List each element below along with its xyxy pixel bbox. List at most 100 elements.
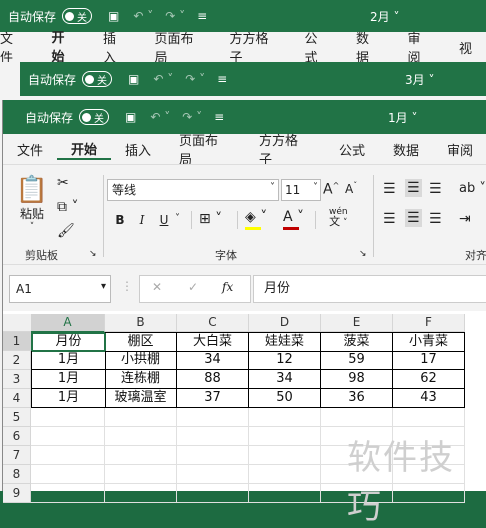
format-painter-icon[interactable]: 🖌 [57, 223, 75, 239]
customize-icon[interactable]: ≡ [197, 9, 207, 23]
column-header-f[interactable]: F [393, 314, 465, 332]
column-header-e[interactable]: E [321, 314, 393, 332]
select-all-corner[interactable] [3, 314, 32, 332]
fill-color-button[interactable]: ◈ ˅ [245, 209, 267, 230]
dialog-launcher-icon[interactable]: ↘ [89, 249, 97, 259]
cell-d9[interactable] [249, 484, 321, 503]
dialog-launcher-icon[interactable]: ↘ [359, 249, 367, 259]
cell-c7[interactable] [177, 446, 249, 465]
enter-icon[interactable]: ✓ [188, 280, 198, 294]
undo-icon[interactable]: ↶ ˅ [150, 110, 170, 124]
cell-c8[interactable] [177, 465, 249, 484]
save-icon[interactable]: ▣ [125, 110, 136, 124]
cell-e3[interactable]: 98 [321, 370, 393, 389]
tab-page-layout[interactable]: 页面布局 [165, 130, 245, 168]
save-icon[interactable]: ▣ [128, 72, 139, 86]
row-header[interactable]: 4 [3, 389, 31, 408]
cell-e4[interactable]: 36 [321, 389, 393, 408]
tab-file[interactable]: 文件 [0, 28, 38, 66]
align-left-icon[interactable]: ☰ [383, 211, 396, 227]
tab-file[interactable]: 文件 [3, 140, 57, 159]
cell-f2[interactable]: 17 [393, 351, 465, 370]
redo-icon[interactable]: ↷ ˅ [165, 9, 185, 23]
formula-input[interactable]: 月份 [253, 275, 486, 303]
cell-d1[interactable]: 娃娃菜 [249, 332, 321, 352]
cut-icon[interactable]: ✂ [57, 175, 69, 191]
cell-f4[interactable]: 43 [393, 389, 465, 408]
cell-b6[interactable] [105, 427, 177, 446]
indent-icon[interactable]: ⇥ [459, 211, 471, 227]
cell-a4[interactable]: 1月 [31, 389, 106, 408]
tab-page-layout[interactable]: 页面布局 [141, 28, 216, 66]
cell-a8[interactable] [31, 465, 105, 484]
autosave-toggle[interactable]: 关 [62, 8, 93, 24]
cell-b5[interactable] [105, 408, 177, 427]
cell-e1[interactable]: 菠菜 [321, 332, 393, 352]
row-header[interactable]: 2 [3, 351, 31, 370]
cell-a3[interactable]: 1月 [31, 370, 106, 389]
cell-c4[interactable]: 37 [177, 389, 249, 408]
cell-c1[interactable]: 大白菜 [177, 332, 249, 352]
cell-a1[interactable]: 月份 [31, 332, 106, 352]
cell-b8[interactable] [105, 465, 177, 484]
cell-e5[interactable] [321, 408, 393, 427]
tab-review[interactable]: 审阅 [393, 28, 445, 66]
row-header[interactable]: 8 [3, 465, 31, 484]
tab-insert[interactable]: 插入 [111, 140, 165, 159]
cell-d8[interactable] [249, 465, 321, 484]
tab-ffgz[interactable]: 方方格子 [245, 130, 325, 168]
font-color-button[interactable]: A ˅ [283, 209, 304, 230]
cell-b7[interactable] [105, 446, 177, 465]
cell-a7[interactable] [31, 446, 105, 465]
copy-icon[interactable]: ⧉ ˅ [57, 199, 78, 215]
customize-icon[interactable]: ≡ [217, 72, 227, 86]
tab-formulas[interactable]: 公式 [290, 28, 342, 66]
cell-b1[interactable]: 棚区 [105, 332, 177, 352]
row-header[interactable]: 9 [3, 484, 31, 503]
paste-button[interactable]: 📋 粘贴 ˅ [15, 175, 49, 232]
cell-d3[interactable]: 34 [249, 370, 321, 389]
cancel-icon[interactable]: ✕ [152, 280, 162, 294]
column-header-c[interactable]: C [177, 314, 249, 332]
cell-a6[interactable] [31, 427, 105, 446]
cell-d6[interactable] [249, 427, 321, 446]
cell-f3[interactable]: 62 [393, 370, 465, 389]
tab-home[interactable]: 开始 [57, 139, 111, 160]
row-header[interactable]: 3 [3, 370, 31, 389]
cell-b9[interactable] [105, 484, 177, 503]
tab-formulas[interactable]: 公式 [325, 140, 379, 159]
phonetic-button[interactable]: wén 文 ˅ [329, 207, 348, 228]
undo-icon[interactable]: ↶ ˅ [133, 9, 153, 23]
customize-icon[interactable]: ≡ [214, 110, 224, 124]
tab-data[interactable]: 数据 [379, 140, 433, 159]
cell-e2[interactable]: 59 [321, 351, 393, 370]
column-header-d[interactable]: D [249, 314, 321, 332]
cell-f1[interactable]: 小青菜 [393, 332, 465, 352]
tab-view[interactable]: 视 [445, 38, 486, 57]
font-name-select[interactable]: 等线 ˅ [107, 179, 279, 201]
row-header[interactable]: 6 [3, 427, 31, 446]
autosave-toggle[interactable]: 关 [82, 71, 113, 87]
font-size-select[interactable]: 11 ˅ [281, 179, 321, 201]
row-header[interactable]: 1 [3, 332, 31, 351]
tab-home[interactable]: 开始 [37, 27, 89, 67]
cell-b2[interactable]: 小拱棚 [105, 351, 177, 370]
doc-name[interactable]: 3月 ˅ [405, 71, 434, 88]
cell-c9[interactable] [177, 484, 249, 503]
cell-d5[interactable] [249, 408, 321, 427]
shrink-font-button[interactable]: Aˇ [345, 181, 357, 196]
cell-c2[interactable]: 34 [177, 351, 249, 370]
column-header-b[interactable]: B [105, 314, 177, 332]
cell-c6[interactable] [177, 427, 249, 446]
align-bottom-icon[interactable]: ☰ [429, 181, 442, 197]
tab-review[interactable]: 审阅 [433, 140, 486, 159]
cell-d4[interactable]: 50 [249, 389, 321, 408]
cell-d2[interactable]: 12 [249, 351, 321, 370]
redo-icon[interactable]: ↷ ˅ [185, 72, 205, 86]
row-header[interactable]: 5 [3, 408, 31, 427]
redo-icon[interactable]: ↷ ˅ [182, 110, 202, 124]
italic-button[interactable]: I [133, 211, 151, 229]
cell-c3[interactable]: 88 [177, 370, 249, 389]
align-top-icon[interactable]: ☰ [383, 181, 396, 197]
name-box[interactable]: A1 ▾ [9, 275, 111, 303]
